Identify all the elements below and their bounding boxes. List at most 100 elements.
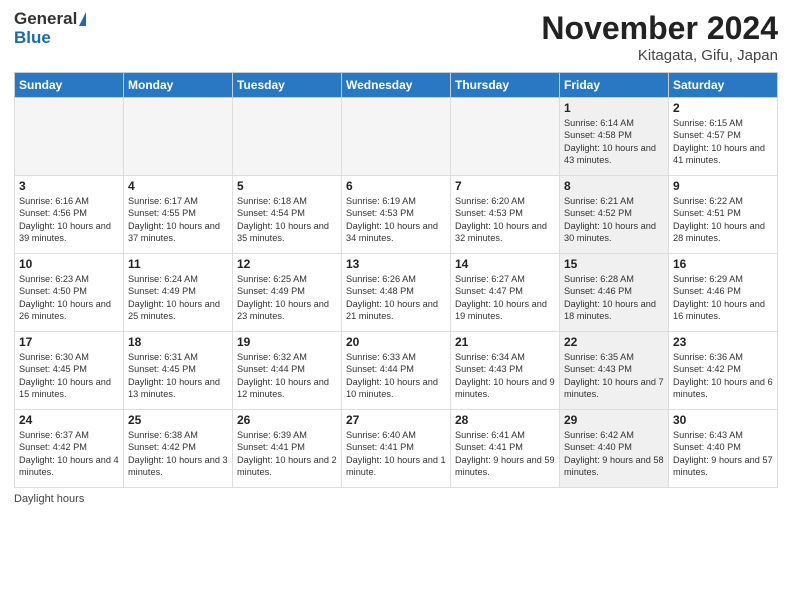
logo-icon xyxy=(79,12,86,26)
day-info: Sunrise: 6:32 AM Sunset: 4:44 PM Dayligh… xyxy=(237,351,337,401)
day-number: 6 xyxy=(346,179,446,193)
day-info: Sunrise: 6:37 AM Sunset: 4:42 PM Dayligh… xyxy=(19,429,119,479)
day-number: 18 xyxy=(128,335,228,349)
day-info: Sunrise: 6:28 AM Sunset: 4:46 PM Dayligh… xyxy=(564,273,664,323)
day-info: Sunrise: 6:22 AM Sunset: 4:51 PM Dayligh… xyxy=(673,195,773,245)
logo: General Blue xyxy=(14,10,86,47)
day-cell: 23Sunrise: 6:36 AM Sunset: 4:42 PM Dayli… xyxy=(669,332,778,410)
day-cell xyxy=(15,98,124,176)
month-title: November 2024 xyxy=(541,10,778,47)
day-number: 25 xyxy=(128,413,228,427)
day-number: 22 xyxy=(564,335,664,349)
day-number: 7 xyxy=(455,179,555,193)
day-number: 15 xyxy=(564,257,664,271)
day-cell: 3 Sunrise: 6:16 AM Sunset: 4:56 PM Daylig… xyxy=(15,176,124,254)
calendar-table: SundayMondayTuesdayWednesdayThursdayFrid… xyxy=(14,72,778,488)
day-cell: 7Sunrise: 6:20 AM Sunset: 4:53 PM Daylig… xyxy=(451,176,560,254)
day-cell: 15 Sunrise: 6:28 AM Sunset: 4:46 PM Dayli… xyxy=(560,254,669,332)
day-info: Sunrise: 6:21 AM Sunset: 4:52 PM Dayligh… xyxy=(564,195,664,245)
day-number: 10 xyxy=(19,257,119,271)
week-row-4: 17 Sunrise: 6:30 AM Sunset: 4:45 PM Dayli… xyxy=(15,332,778,410)
day-info: Sunrise: 6:31 AM Sunset: 4:45 PM Dayligh… xyxy=(128,351,228,401)
location: Kitagata, Gifu, Japan xyxy=(541,47,778,64)
week-row-1: 1 Sunrise: 6:14 AM Sunset: 4:58 PM Daylig… xyxy=(15,98,778,176)
day-cell: 12 Sunrise: 6:25 AM Sunset: 4:49 PM Dayli… xyxy=(233,254,342,332)
day-number: 19 xyxy=(237,335,337,349)
header-row: SundayMondayTuesdayWednesdayThursdayFrid… xyxy=(15,73,778,98)
day-number: 4 xyxy=(128,179,228,193)
header-cell-wednesday: Wednesday xyxy=(342,73,451,98)
day-cell: 19 Sunrise: 6:32 AM Sunset: 4:44 PM Dayli… xyxy=(233,332,342,410)
day-info: Sunrise: 6:29 AM Sunset: 4:46 PM Dayligh… xyxy=(673,273,773,323)
day-number: 11 xyxy=(128,257,228,271)
day-cell: 20 Sunrise: 6:33 AM Sunset: 4:44 PM Dayli… xyxy=(342,332,451,410)
day-info: Sunrise: 6:18 AM Sunset: 4:54 PM Dayligh… xyxy=(237,195,337,245)
page-container: General Blue November 2024 Kitagata, Gif… xyxy=(0,0,792,513)
week-row-5: 24Sunrise: 6:37 AM Sunset: 4:42 PM Dayli… xyxy=(15,410,778,488)
day-cell: 17 Sunrise: 6:30 AM Sunset: 4:45 PM Dayli… xyxy=(15,332,124,410)
day-info: Sunrise: 6:34 AM Sunset: 4:43 PM Dayligh… xyxy=(455,351,555,401)
day-cell: 11 Sunrise: 6:24 AM Sunset: 4:49 PM Dayli… xyxy=(124,254,233,332)
day-number: 1 xyxy=(564,101,664,115)
day-cell: 18 Sunrise: 6:31 AM Sunset: 4:45 PM Dayli… xyxy=(124,332,233,410)
day-number: 16 xyxy=(673,257,773,271)
day-cell: 29 Sunrise: 6:42 AM Sunset: 4:40 PM Dayli… xyxy=(560,410,669,488)
day-number: 30 xyxy=(673,413,773,427)
day-cell: 21 Sunrise: 6:34 AM Sunset: 4:43 PM Dayli… xyxy=(451,332,560,410)
day-cell: 28Sunrise: 6:41 AM Sunset: 4:41 PM Dayli… xyxy=(451,410,560,488)
day-number: 26 xyxy=(237,413,337,427)
day-info: Sunrise: 6:23 AM Sunset: 4:50 PM Dayligh… xyxy=(19,273,119,323)
day-cell: 30 Sunrise: 6:43 AM Sunset: 4:40 PM Dayli… xyxy=(669,410,778,488)
daylight-label: Daylight hours xyxy=(14,493,84,505)
day-cell: 14 Sunrise: 6:27 AM Sunset: 4:47 PM Dayli… xyxy=(451,254,560,332)
day-number: 13 xyxy=(346,257,446,271)
day-info: Sunrise: 6:42 AM Sunset: 4:40 PM Dayligh… xyxy=(564,429,664,479)
day-cell: 8 Sunrise: 6:21 AM Sunset: 4:52 PM Daylig… xyxy=(560,176,669,254)
day-number: 21 xyxy=(455,335,555,349)
day-cell: 1 Sunrise: 6:14 AM Sunset: 4:58 PM Daylig… xyxy=(560,98,669,176)
day-cell: 27 Sunrise: 6:40 AM Sunset: 4:41 PM Dayli… xyxy=(342,410,451,488)
day-cell: 16 Sunrise: 6:29 AM Sunset: 4:46 PM Dayli… xyxy=(669,254,778,332)
header-cell-thursday: Thursday xyxy=(451,73,560,98)
day-info: Sunrise: 6:25 AM Sunset: 4:49 PM Dayligh… xyxy=(237,273,337,323)
day-info: Sunrise: 6:40 AM Sunset: 4:41 PM Dayligh… xyxy=(346,429,446,479)
day-info: Sunrise: 6:27 AM Sunset: 4:47 PM Dayligh… xyxy=(455,273,555,323)
day-info: Sunrise: 6:41 AM Sunset: 4:41 PM Dayligh… xyxy=(455,429,555,479)
day-info: Sunrise: 6:26 AM Sunset: 4:48 PM Dayligh… xyxy=(346,273,446,323)
day-cell: 10 Sunrise: 6:23 AM Sunset: 4:50 PM Dayli… xyxy=(15,254,124,332)
title-block: November 2024 Kitagata, Gifu, Japan xyxy=(541,10,778,64)
day-cell: 9 Sunrise: 6:22 AM Sunset: 4:51 PM Daylig… xyxy=(669,176,778,254)
day-number: 3 xyxy=(19,179,119,193)
day-cell xyxy=(124,98,233,176)
day-number: 29 xyxy=(564,413,664,427)
day-number: 17 xyxy=(19,335,119,349)
day-cell xyxy=(451,98,560,176)
day-number: 12 xyxy=(237,257,337,271)
day-number: 27 xyxy=(346,413,446,427)
header-cell-saturday: Saturday xyxy=(669,73,778,98)
day-number: 23 xyxy=(673,335,773,349)
day-cell: 13 Sunrise: 6:26 AM Sunset: 4:48 PM Dayli… xyxy=(342,254,451,332)
day-number: 14 xyxy=(455,257,555,271)
day-info: Sunrise: 6:33 AM Sunset: 4:44 PM Dayligh… xyxy=(346,351,446,401)
day-info: Sunrise: 6:43 AM Sunset: 4:40 PM Dayligh… xyxy=(673,429,773,479)
day-cell: 5Sunrise: 6:18 AM Sunset: 4:54 PM Daylig… xyxy=(233,176,342,254)
day-info: Sunrise: 6:16 AM Sunset: 4:56 PM Dayligh… xyxy=(19,195,119,245)
day-info: Sunrise: 6:35 AM Sunset: 4:43 PM Dayligh… xyxy=(564,351,664,401)
footer: Daylight hours xyxy=(14,493,778,505)
day-info: Sunrise: 6:38 AM Sunset: 4:42 PM Dayligh… xyxy=(128,429,228,479)
day-info: Sunrise: 6:30 AM Sunset: 4:45 PM Dayligh… xyxy=(19,351,119,401)
day-info: Sunrise: 6:39 AM Sunset: 4:41 PM Dayligh… xyxy=(237,429,337,479)
day-cell xyxy=(233,98,342,176)
day-number: 20 xyxy=(346,335,446,349)
day-info: Sunrise: 6:24 AM Sunset: 4:49 PM Dayligh… xyxy=(128,273,228,323)
day-number: 8 xyxy=(564,179,664,193)
day-cell: 2Sunrise: 6:15 AM Sunset: 4:57 PM Daylig… xyxy=(669,98,778,176)
day-info: Sunrise: 6:14 AM Sunset: 4:58 PM Dayligh… xyxy=(564,117,664,167)
day-cell xyxy=(342,98,451,176)
day-number: 2 xyxy=(673,101,773,115)
header-cell-monday: Monday xyxy=(124,73,233,98)
day-cell: 22 Sunrise: 6:35 AM Sunset: 4:43 PM Dayli… xyxy=(560,332,669,410)
day-number: 9 xyxy=(673,179,773,193)
day-info: Sunrise: 6:17 AM Sunset: 4:55 PM Dayligh… xyxy=(128,195,228,245)
